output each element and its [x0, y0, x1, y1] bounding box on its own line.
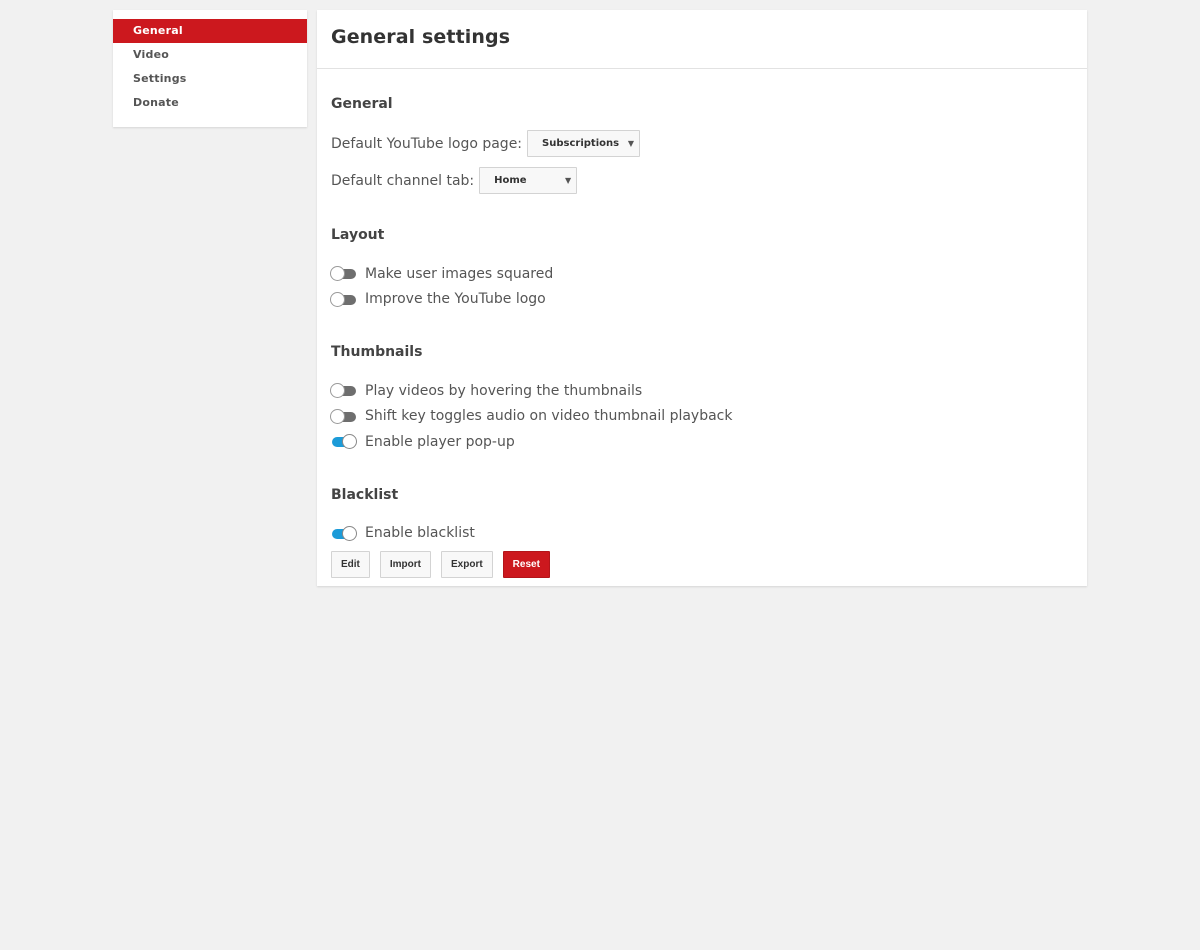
toggle-label: Improve the YouTube logo: [365, 291, 546, 308]
toggle-knob: [342, 525, 357, 541]
section-thumbnails: Thumbnails Play videos by hovering the t…: [330, 312, 1087, 455]
hover-play-toggle[interactable]: [330, 383, 357, 399]
squared-images-toggle[interactable]: [330, 266, 357, 282]
logo-page-row: Default YouTube logo page: Subscriptions…: [331, 130, 1087, 157]
panel-header: General settings: [317, 10, 1087, 69]
reset-button[interactable]: Reset: [502, 551, 550, 578]
logo-page-select[interactable]: Subscriptions ▼: [527, 130, 641, 157]
enable-blacklist-toggle[interactable]: [330, 525, 357, 541]
toggle-knob: [330, 291, 345, 307]
section-title-general: General: [331, 96, 393, 112]
toggle-row: Shift key toggles audio on video thumbna…: [330, 404, 1087, 430]
toggle-knob: [342, 434, 357, 450]
layout-toggle-list: Make user images squared Improve the You…: [330, 261, 1087, 313]
channel-tab-row: Default channel tab: Home ▼: [331, 167, 1087, 194]
logo-page-select-value: Subscriptions: [542, 138, 620, 149]
channel-tab-select[interactable]: Home ▼: [479, 167, 578, 194]
improve-logo-toggle[interactable]: [330, 291, 357, 307]
player-popup-toggle[interactable]: [330, 434, 357, 450]
sidebar-item-settings[interactable]: Settings: [113, 67, 307, 91]
page-title: General settings: [331, 26, 511, 48]
section-title-layout: Layout: [331, 227, 385, 243]
toggle-label: Make user images squared: [365, 265, 554, 282]
edit-button[interactable]: Edit: [331, 551, 370, 578]
toggle-label: Enable player pop-up: [365, 433, 515, 450]
settings-content: General Default YouTube logo page: Subsc…: [317, 69, 1087, 578]
export-button[interactable]: Export: [441, 551, 493, 578]
channel-tab-select-value: Home: [494, 175, 527, 186]
chevron-down-icon: ▼: [627, 139, 635, 148]
channel-tab-label: Default channel tab:: [331, 172, 475, 189]
logo-page-label: Default YouTube logo page:: [331, 135, 523, 152]
blacklist-toggle-list: Enable blacklist: [331, 521, 1087, 547]
toggle-label: Shift key toggles audio on video thumbna…: [365, 408, 733, 425]
toggle-label: Play videos by hovering the thumbnails: [365, 382, 643, 399]
toggle-row: Enable blacklist: [331, 521, 1087, 547]
shift-audio-toggle[interactable]: [330, 408, 357, 424]
section-layout: Layout Make user images squared Improve …: [330, 194, 1087, 313]
toggle-row: Play videos by hovering the thumbnails: [330, 378, 1087, 404]
sidebar: General Video Settings Donate: [113, 10, 307, 127]
import-button[interactable]: Import: [379, 551, 431, 578]
section-title-thumbnails: Thumbnails: [331, 344, 423, 360]
toggle-row: Make user images squared: [330, 261, 1087, 287]
section-blacklist: Blacklist Enable blacklist Edit Import E…: [331, 455, 1087, 578]
toggle-row: Improve the YouTube logo: [330, 287, 1087, 313]
toggle-knob: [330, 408, 345, 424]
toggle-label: Enable blacklist: [365, 525, 475, 542]
section-general: General Default YouTube logo page: Subsc…: [331, 69, 1087, 194]
sidebar-item-video[interactable]: Video: [113, 43, 307, 67]
toggle-row: Enable player pop-up: [331, 429, 1087, 455]
chevron-down-icon: ▼: [564, 176, 572, 185]
thumbnails-toggle-list: Play videos by hovering the thumbnails S…: [330, 378, 1087, 455]
settings-panel: General settings General Default YouTube…: [317, 10, 1087, 586]
section-title-blacklist: Blacklist: [331, 486, 399, 503]
sidebar-item-general[interactable]: General: [113, 19, 307, 43]
blacklist-actions: Edit Import Export Reset: [331, 551, 1087, 578]
sidebar-item-donate[interactable]: Donate: [113, 91, 307, 115]
